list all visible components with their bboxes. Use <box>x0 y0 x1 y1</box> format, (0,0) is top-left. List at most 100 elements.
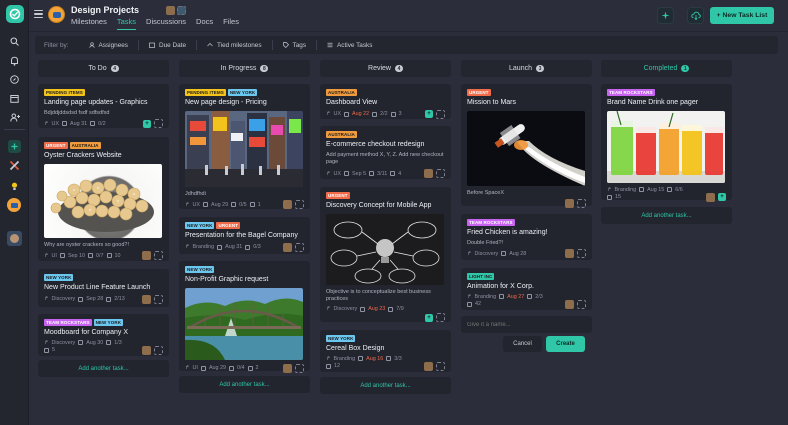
assign-user-icon[interactable] <box>436 169 445 179</box>
filter-tags[interactable]: Tags <box>279 42 311 49</box>
new-task-name-input[interactable] <box>461 316 592 333</box>
assignee-avatar[interactable] <box>283 363 292 373</box>
task-card[interactable]: URGENT Mission to Mars Before SpaceX <box>461 84 592 209</box>
checklist-icon <box>106 340 112 346</box>
assignee-avatar[interactable] <box>283 200 292 210</box>
download-button[interactable] <box>687 7 704 24</box>
task-card[interactable]: AUSTRALIA Dashboard View ↱ UX Aug 22 2/2 … <box>320 84 451 119</box>
oyster-crackers-image <box>44 163 162 238</box>
assignee-avatar[interactable] <box>142 251 151 261</box>
compass-icon[interactable] <box>8 73 21 86</box>
task-card[interactable]: LIGHT INC Animation for X Corp. ↱ Brandin… <box>461 268 592 310</box>
task-card[interactable]: NEW YORK Non-Profit Graphic request ↱ UI … <box>179 261 310 373</box>
filter-tied-milestones[interactable]: Tied milestones <box>203 42 266 49</box>
milestone-icon: ↱ <box>44 296 49 303</box>
assign-user-icon[interactable] <box>154 345 163 355</box>
member-avatar[interactable] <box>166 6 175 15</box>
tab-docs[interactable]: Docs <box>196 17 213 30</box>
card-title: Cereal Box Design <box>326 345 385 352</box>
new-task-list-button[interactable]: + New Task List <box>710 7 774 24</box>
add-icon[interactable]: + <box>143 119 151 128</box>
tab-milestones[interactable]: Milestones <box>71 17 107 30</box>
task-card[interactable]: TEAM ROCKSTARS Brand Name Drink one page… <box>601 84 732 202</box>
task-card[interactable]: TEAM ROCKSTARS Fried Chicken is amazing!… <box>461 214 592 260</box>
task-card[interactable]: PENDING ITEMS NEW YORK New page design - … <box>179 84 310 210</box>
milestone-label: Discovery <box>333 306 358 313</box>
milestone-label: Branding <box>614 186 637 193</box>
column-header[interactable]: Launch 3 <box>461 60 592 77</box>
column-header[interactable]: Completed 1 <box>601 60 732 77</box>
assignee-avatar[interactable] <box>424 361 433 371</box>
assign-user-icon[interactable] <box>577 249 586 259</box>
checklist-count: 0/5 <box>239 201 247 208</box>
task-card[interactable]: NEW YORK New Product Line Feature Launch… <box>38 269 169 307</box>
assign-user-icon[interactable] <box>295 363 304 373</box>
milestone-icon: ↱ <box>185 365 190 372</box>
create-button[interactable]: Create <box>546 336 585 352</box>
assignee-avatar[interactable] <box>283 242 292 252</box>
user-avatar[interactable] <box>7 231 22 246</box>
column-header[interactable]: Review 4 <box>320 60 451 77</box>
sparkle-button[interactable] <box>657 7 674 24</box>
calendar-icon <box>344 171 350 177</box>
task-card[interactable]: AUSTRALIA E-commerce checkout redesign A… <box>320 126 451 179</box>
assignee-avatar[interactable] <box>565 249 574 259</box>
add-member-icon[interactable] <box>177 6 186 15</box>
task-card[interactable]: NEW YORK Cereal Box Design ↱ Branding Aug… <box>320 330 451 372</box>
task-card[interactable]: NEW YORK URGENT Presentation for the Bage… <box>179 217 310 254</box>
search-icon[interactable] <box>8 35 21 48</box>
column-count: 4 <box>110 65 119 72</box>
add-project-icon[interactable] <box>8 140 21 153</box>
filter-active-tasks[interactable]: Active Tasks <box>323 42 376 49</box>
assign-user-icon[interactable] <box>295 242 304 252</box>
bell-icon[interactable] <box>8 54 21 67</box>
add-icon[interactable]: + <box>425 110 433 119</box>
assign-user-icon[interactable] <box>436 313 445 323</box>
tools-icon[interactable] <box>8 159 21 172</box>
add-task-button[interactable]: Add another task... <box>601 207 732 224</box>
milestone-icon: ↱ <box>326 355 331 362</box>
column-header[interactable]: In Progress 8 <box>179 60 310 77</box>
app-logo-icon[interactable] <box>6 5 24 23</box>
tab-files[interactable]: Files <box>223 17 239 30</box>
project-avatar-icon[interactable] <box>7 198 21 212</box>
assign-user-icon[interactable] <box>436 361 445 371</box>
calendar-icon[interactable] <box>8 92 21 105</box>
add-user-icon[interactable] <box>8 111 21 124</box>
comment-icon <box>247 365 253 371</box>
project-members[interactable] <box>166 6 186 15</box>
cancel-button[interactable]: Cancel <box>503 336 542 352</box>
assignee-avatar[interactable] <box>565 299 574 309</box>
filter-assignees[interactable]: Assignees <box>85 42 133 49</box>
assign-user-icon[interactable] <box>154 294 163 304</box>
assign-user-icon[interactable] <box>295 200 304 210</box>
column-header[interactable]: To Do 4 <box>38 60 169 77</box>
assignee-avatar[interactable] <box>142 345 151 355</box>
task-card[interactable]: URGENT AUSTRALIA Oyster Crackers Website … <box>38 137 169 261</box>
assignee-avatar[interactable] <box>142 294 151 304</box>
add-task-button[interactable]: Add another task... <box>320 377 451 394</box>
filter-due-date[interactable]: Due Date <box>145 42 190 49</box>
task-card[interactable]: PENDING ITEMS Landing page updates - Gra… <box>38 84 169 129</box>
assign-user-icon[interactable] <box>577 299 586 309</box>
tag-badge: URGENT <box>216 222 241 229</box>
add-icon[interactable]: + <box>425 313 433 322</box>
add-task-button[interactable]: Add another task... <box>38 360 169 377</box>
assign-user-icon[interactable] <box>154 251 163 261</box>
assignee-avatar[interactable] <box>565 199 574 209</box>
assign-user-icon[interactable] <box>577 199 586 209</box>
assignee-avatar[interactable] <box>706 192 715 202</box>
menu-icon[interactable] <box>34 10 43 18</box>
milestone-label: Branding <box>192 244 215 251</box>
assign-user-icon[interactable] <box>436 109 445 119</box>
tab-discussions[interactable]: Discussions <box>146 17 186 30</box>
task-card[interactable]: TEAM ROCKSTARS NEW YORK Moodboard for Com… <box>38 314 169 356</box>
tab-tasks[interactable]: Tasks <box>116 17 137 30</box>
add-task-button[interactable]: Add another task... <box>179 376 310 393</box>
task-card[interactable]: URGENT Discovery Concept for Mobile App … <box>320 187 451 323</box>
add-icon[interactable]: + <box>718 193 726 202</box>
column-completed: Completed 1 TEAM ROCKSTARS Brand Name Dri… <box>601 60 732 224</box>
lightbulb-icon[interactable] <box>8 180 21 193</box>
assignee-avatar[interactable] <box>424 169 433 179</box>
assign-user-icon[interactable] <box>154 119 163 129</box>
